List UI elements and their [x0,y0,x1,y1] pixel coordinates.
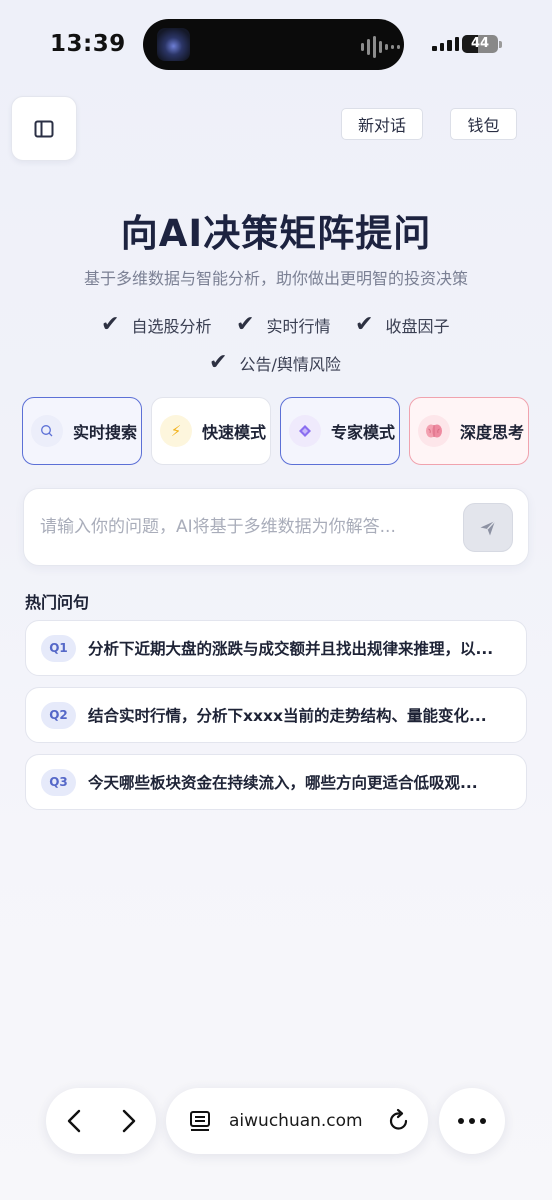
hot-question-item[interactable]: Q3 今天哪些板块资金在持续流入，哪些方向更适合低吸观... [25,754,527,810]
status-time: 13:39 [50,31,126,57]
audio-wave-icon [361,36,400,58]
more-dots-icon [458,1118,486,1124]
feature-label: 自选股分析 [131,316,212,336]
question-badge: Q3 [41,768,76,796]
reader-mode-icon[interactable] [188,1109,212,1133]
check-icon: ✔ [101,312,120,337]
new-chat-button[interactable]: 新对话 [341,108,423,140]
feature-label: 收盘因子 [385,316,450,336]
hot-question-item[interactable]: Q2 结合实时行情，分析下xxxx当前的走势结构、量能变化... [25,687,527,743]
check-icon: ✔ [355,312,374,337]
dynamic-island[interactable] [143,19,404,70]
search-icon [31,415,63,447]
question-badge: Q2 [41,701,76,729]
sidebar-icon [34,120,54,137]
send-button[interactable] [463,503,513,552]
feature-label: 实时行情 [266,316,331,336]
cellular-signal-icon [432,37,459,51]
mode-fast[interactable]: ⚡ 快速模式 [151,397,271,465]
feature-label: 公告/舆情风险 [239,354,341,374]
question-box [23,488,529,566]
mode-label: 深度思考 [460,423,525,442]
mode-deep-thinking[interactable]: 深度思考 [409,397,529,465]
hot-questions-title: 热门问句 [25,593,90,612]
check-icon: ✔ [236,312,255,337]
battery-cap [499,41,502,48]
lightning-icon: ⚡ [160,415,192,447]
more-options-button[interactable] [439,1088,505,1154]
feature-item: ✔ 公告/舆情风险 [209,350,341,375]
back-button[interactable] [46,1088,101,1154]
url-text: aiwuchuan.com [229,1111,363,1131]
mode-label: 专家模式 [331,423,396,442]
chevron-left-icon [67,1109,80,1133]
feature-item: ✔ 自选股分析 [101,312,211,337]
forward-button[interactable] [101,1088,156,1154]
now-playing-artwork [157,28,190,61]
page-subtitle: 基于多维数据与智能分析，助你做出更明智的投资决策 [83,269,468,288]
reload-icon[interactable] [386,1108,412,1134]
page-title: 向AI决策矩阵提问 [120,212,432,255]
question-badge: Q1 [41,634,76,662]
check-icon: ✔ [209,350,228,375]
question-text: 结合实时行情，分析下xxxx当前的走势结构、量能变化... [88,707,487,725]
mode-realtime-search[interactable]: 实时搜索 [22,397,142,465]
question-text: 分析下近期大盘的涨跌与成交额并且找出规律来推理，以... [88,640,494,658]
diamond-icon [289,415,321,447]
battery-icon: 44 [462,35,498,53]
feature-item: ✔ 收盘因子 [355,312,449,337]
mode-label: 快速模式 [202,423,267,442]
mode-expert[interactable]: 专家模式 [280,397,400,465]
status-bar: 13:39 44 [0,0,552,90]
browser-nav-controls [46,1088,156,1154]
sidebar-toggle-button[interactable] [11,96,77,161]
address-bar[interactable]: aiwuchuan.com [166,1088,428,1154]
battery-percent: 44 [470,36,490,51]
wallet-button[interactable]: 钱包 [450,108,517,140]
brain-icon [418,415,450,447]
send-icon [480,520,496,535]
hot-question-item[interactable]: Q1 分析下近期大盘的涨跌与成交额并且找出规律来推理，以... [25,620,527,676]
question-text: 今天哪些板块资金在持续流入，哪些方向更适合低吸观... [88,774,478,792]
feature-item: ✔ 实时行情 [236,312,330,337]
mode-label: 实时搜索 [73,423,138,442]
chevron-right-icon [122,1109,135,1133]
question-input[interactable] [40,511,458,543]
